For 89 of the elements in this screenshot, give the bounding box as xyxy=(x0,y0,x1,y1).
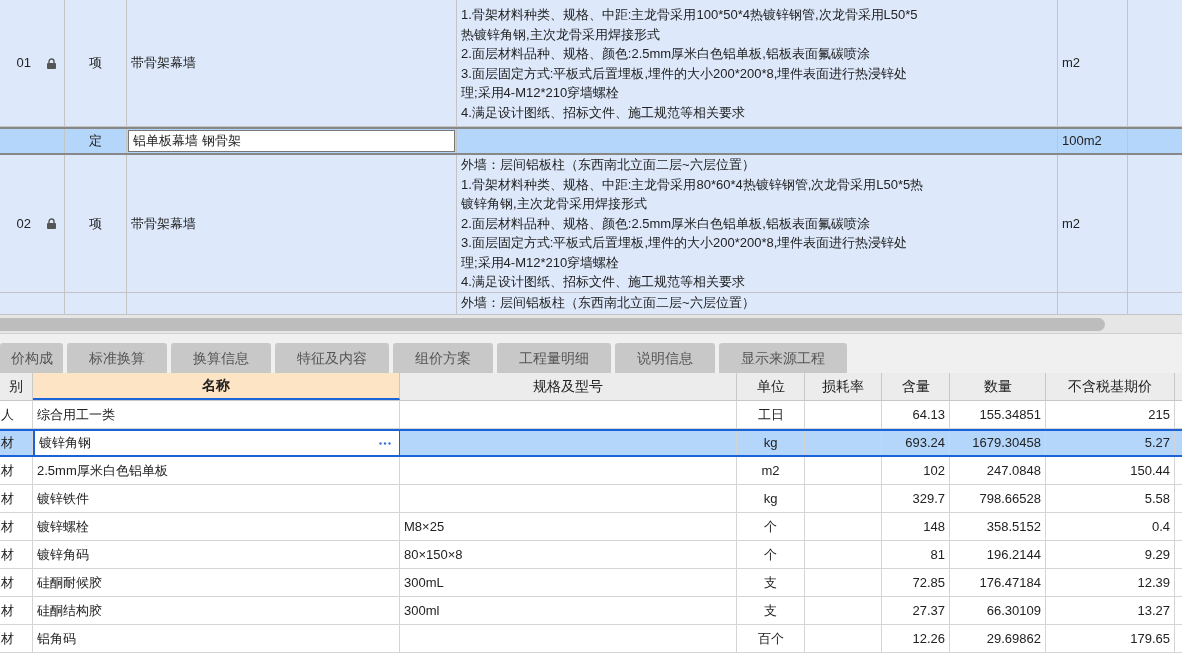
category-cell-text: 材 xyxy=(1,629,14,648)
quantity-cell-text: 29.69862 xyxy=(986,629,1041,648)
column-header[interactable]: 数量 xyxy=(950,373,1046,400)
name-cell-text: 2.5mm厚米白色铝单板 xyxy=(37,461,168,480)
content-cell-text: 148 xyxy=(923,517,945,536)
item-type: 定 xyxy=(89,132,102,151)
spec-cell-text: 80×150×8 xyxy=(404,545,463,564)
quantity-cell-text: 155.34851 xyxy=(979,405,1041,424)
quantity-cell-text: 1679.30458 xyxy=(972,434,1041,453)
spec-cell-text: M8×25 xyxy=(404,517,445,536)
item-type: 项 xyxy=(89,54,102,73)
category-cell-text: 材 xyxy=(1,601,14,620)
price-cell-text: 13.27 xyxy=(1137,601,1170,620)
more-icon[interactable] xyxy=(379,441,391,445)
item-unit: m2 xyxy=(1062,214,1081,233)
name-cell-text: 镀锌铁件 xyxy=(37,489,89,508)
panel-tab[interactable]: 组价方案 xyxy=(393,343,493,373)
name-cell-text: 镀锌角钢 xyxy=(39,434,91,453)
price-cell-text: 0.4 xyxy=(1151,517,1170,536)
quantity-cell-text: 358.5152 xyxy=(986,517,1041,536)
unit-cell-text: 百个 xyxy=(757,629,784,648)
category-cell-text: 材 xyxy=(1,517,14,536)
column-header[interactable]: 含量 xyxy=(882,373,950,400)
name-cell-text: 综合用工一类 xyxy=(37,405,115,424)
item-unit: m2 xyxy=(1062,54,1081,73)
item-code: 02 xyxy=(16,214,31,233)
item-code: 01 xyxy=(16,54,31,73)
price-cell-text: 215 xyxy=(1148,405,1170,424)
category-cell-text: 材 xyxy=(1,573,14,592)
unit-cell-text: 支 xyxy=(764,573,777,592)
content-cell-text: 27.37 xyxy=(912,601,945,620)
unit-cell-text: kg xyxy=(763,489,778,508)
price-cell-text: 179.65 xyxy=(1130,629,1170,648)
name-cell-text: 铝角码 xyxy=(37,629,76,648)
item-name: 带骨架幕墙 xyxy=(130,54,196,73)
quantity-cell-text: 798.66528 xyxy=(979,489,1041,508)
item-description: 外墙：层间铝板柱（东西南北立面二层~六层位置） 1.骨架材料种类、规格、中距:主龙骨采用80*60*4热镀锌钢管,次龙骨采用L50*5热 镀锌角钢,主次龙骨采用焊接形式 2.面层材料品种、规格、颜色:2.5mm厚米白色铝单板,铝板表面氟碳喷涂 3.面层固定方式:平板式后置埋板,埋件的大小200*200*8,埋件表面进行热浸锌处 理;采用4-M12*210穿墙螺栓 4.满足设计图纸、招标文件、施工规范等相关要求 xyxy=(461,156,925,292)
name-cell-text: 镀锌螺栓 xyxy=(37,517,89,536)
content-cell-text: 329.7 xyxy=(912,489,945,508)
price-cell-text: 12.39 xyxy=(1137,573,1170,592)
column-header[interactable]: 单位 xyxy=(737,373,805,400)
category-cell-text: 材 xyxy=(1,545,14,564)
name-cell-text: 镀锌角码 xyxy=(37,545,89,564)
name-cell-text: 硅酮结构胶 xyxy=(37,601,102,620)
category-cell-text: 材 xyxy=(1,461,14,480)
item-name: 带骨架幕墙 xyxy=(130,214,196,233)
panel-tab[interactable]: 标准换算 xyxy=(67,343,167,373)
quantity-cell-text: 247.0848 xyxy=(986,461,1041,480)
unit-cell-text: 个 xyxy=(764,545,777,564)
quantity-cell-text: 196.2144 xyxy=(986,545,1041,564)
unit-cell-text: 支 xyxy=(764,601,777,620)
content-cell-text: 12.26 xyxy=(912,629,945,648)
unit-cell-text: m2 xyxy=(761,461,780,480)
panel-tab[interactable]: 价构成 xyxy=(0,343,63,373)
name-cell-text: 硅酮耐候胶 xyxy=(37,573,102,592)
spec-cell-text: 300mL xyxy=(404,573,444,592)
column-header[interactable]: 规格及型号 xyxy=(400,373,737,400)
column-header[interactable]: 不含税基期价 xyxy=(1046,373,1175,400)
unit-cell-text: kg xyxy=(763,434,778,453)
item-description: 外墙：层间铝板柱（东西南北立面二层~六层位置） xyxy=(461,294,756,312)
column-header[interactable]: 损耗率 xyxy=(805,373,882,400)
unit-cell-text: 工日 xyxy=(757,405,784,424)
name-input-field[interactable]: 铝单板幕墙 钢骨架 xyxy=(128,130,455,152)
item-description: 1.骨架材料种类、规格、中距:主龙骨采用100*50*4热镀锌钢管,次龙骨采用L50*5 热镀锌角钢,主次龙骨采用焊接形式 2.面层材料品种、规格、颜色:2.5mm厚米白色铝单板,铝板表面氟碳喷涂 3.面层固定方式:平板式后置埋板,埋件的大小200*200*8,埋件表面进行热浸锌处 理;采用4-M12*210穿墙螺栓 4.满足设计图纸、招标文件、施工规范等相关要求 xyxy=(461,6,919,122)
content-cell-text: 64.13 xyxy=(912,405,945,424)
category-cell-text: 材 xyxy=(1,489,14,508)
panel-tab[interactable]: 工程量明细 xyxy=(497,343,611,373)
price-cell-text: 5.58 xyxy=(1144,489,1170,508)
content-cell-text: 72.85 xyxy=(912,573,945,592)
quantity-cell-text: 176.47184 xyxy=(979,573,1041,592)
item-type: 项 xyxy=(89,214,102,233)
content-cell-text: 102 xyxy=(923,461,945,480)
price-cell-text: 9.29 xyxy=(1144,545,1170,564)
horizontal-scrollbar-thumb[interactable] xyxy=(0,317,1105,331)
panel-tab[interactable]: 换算信息 xyxy=(171,343,271,373)
panel-tab[interactable]: 特征及内容 xyxy=(275,343,389,373)
category-cell-text: 材 xyxy=(1,434,14,453)
price-cell-text: 150.44 xyxy=(1130,461,1170,480)
item-unit: 100m2 xyxy=(1062,132,1102,151)
panel-tab[interactable]: 说明信息 xyxy=(615,343,715,373)
column-header[interactable]: 名称 xyxy=(33,373,400,400)
content-cell-text: 693.24 xyxy=(905,434,945,453)
unit-cell-text: 个 xyxy=(764,517,777,536)
quantity-cell-text: 66.30109 xyxy=(986,601,1041,620)
category-cell-text: 人 xyxy=(1,405,14,424)
price-cell-text: 5.27 xyxy=(1144,434,1170,453)
content-cell-text: 81 xyxy=(930,545,945,564)
panel-tab[interactable]: 显示来源工程 xyxy=(719,343,847,373)
spec-cell-text: 300ml xyxy=(404,601,440,620)
